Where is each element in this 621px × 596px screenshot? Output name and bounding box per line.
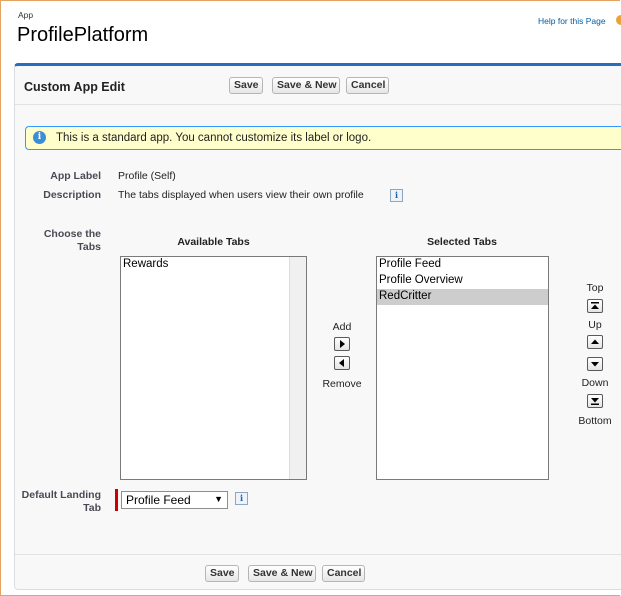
save-new-button-bottom[interactable]: Save & New	[248, 565, 316, 582]
info-message-text: This is a standard app. You cannot custo…	[56, 132, 372, 144]
remove-arrow-icon[interactable]	[334, 356, 350, 370]
bottom-label: Bottom	[578, 415, 612, 427]
move-down-icon[interactable]	[587, 357, 603, 371]
scrollbar[interactable]	[289, 257, 306, 479]
info-icon: i	[33, 131, 46, 144]
dropdown-arrow-icon: ▼	[214, 494, 223, 504]
page-title: ProfilePlatform	[17, 24, 149, 46]
move-bottom-icon[interactable]	[587, 394, 603, 408]
app-label-label: App Label	[50, 170, 101, 182]
save-button-top[interactable]: Save	[229, 77, 263, 94]
down-label: Down	[581, 377, 609, 389]
move-up-icon[interactable]	[587, 335, 603, 349]
available-tabs-header: Available Tabs	[177, 236, 250, 248]
list-item-selected[interactable]: RedCritter	[377, 289, 548, 305]
help-icon[interactable]	[616, 15, 621, 25]
info-button-icon[interactable]: i	[390, 189, 403, 202]
selected-tabs-list[interactable]: Profile Feed Profile Overview RedCritter	[376, 256, 549, 480]
default-landing-tab-label: Default Landing Tab	[21, 489, 101, 514]
description-label: Description	[43, 189, 101, 201]
info-button-icon[interactable]: i	[235, 492, 248, 505]
cancel-button-top[interactable]: Cancel	[346, 77, 389, 94]
move-top-icon[interactable]	[587, 299, 603, 313]
save-button-bottom[interactable]: Save	[205, 565, 239, 582]
save-new-button-top[interactable]: Save & New	[272, 77, 340, 94]
list-item[interactable]: Profile Overview	[377, 273, 548, 289]
required-indicator	[115, 489, 118, 511]
divider	[15, 554, 621, 555]
app-label-value: Profile (Self)	[118, 170, 176, 182]
list-item[interactable]: Rewards	[121, 257, 306, 273]
add-arrow-icon[interactable]	[334, 337, 350, 351]
list-item[interactable]: Profile Feed	[377, 257, 548, 273]
choose-tabs-label: Choose the Tabs	[43, 228, 101, 253]
description-value: The tabs displayed when users view their…	[118, 189, 364, 201]
up-label: Up	[588, 319, 602, 331]
page-block-title: Custom App Edit	[24, 80, 125, 94]
breadcrumb: App	[18, 10, 34, 20]
cancel-button-bottom[interactable]: Cancel	[322, 565, 365, 582]
selected-value: Profile Feed	[126, 493, 191, 507]
available-tabs-list[interactable]: Rewards	[120, 256, 307, 480]
remove-label: Remove	[322, 378, 362, 390]
help-link[interactable]: Help for this Page	[538, 16, 606, 26]
selected-tabs-header: Selected Tabs	[427, 236, 497, 248]
divider	[15, 104, 621, 105]
add-label: Add	[332, 321, 352, 333]
top-label: Top	[586, 282, 604, 294]
default-landing-tab-select[interactable]: Profile Feed ▼	[121, 491, 228, 509]
